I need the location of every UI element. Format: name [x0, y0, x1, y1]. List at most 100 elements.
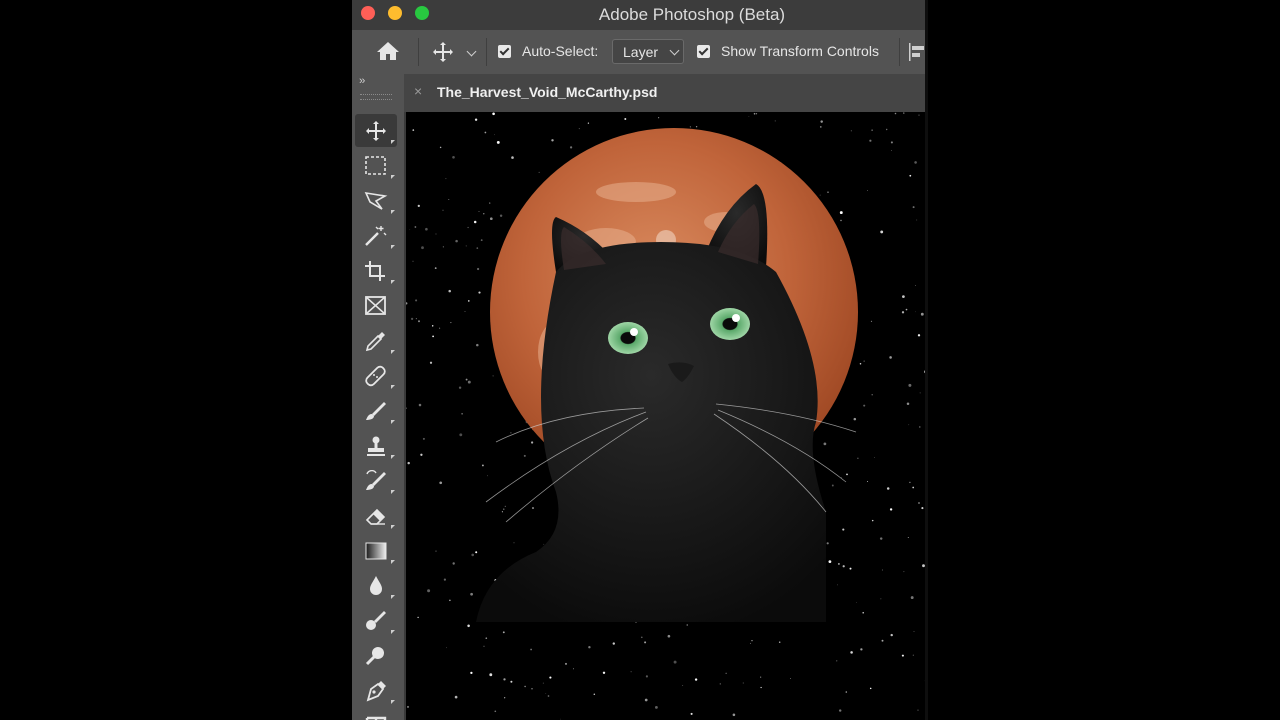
move-tool-preset-button[interactable]: [432, 41, 454, 63]
star: [572, 668, 575, 670]
star: [774, 120, 776, 122]
star: [871, 394, 873, 396]
window-title: Adobe Photoshop (Beta): [598, 5, 786, 24]
star: [446, 647, 447, 649]
star: [432, 335, 434, 338]
star: [448, 289, 451, 293]
star: [489, 673, 493, 677]
star: [823, 442, 827, 446]
star: [418, 403, 422, 407]
star: [859, 363, 862, 365]
star: [867, 190, 869, 192]
star: [749, 642, 752, 644]
pen-icon: [366, 681, 386, 702]
align-left-icon: [909, 43, 924, 61]
chevron-down-icon[interactable]: [466, 46, 477, 57]
marquee-tool[interactable]: [355, 149, 397, 182]
pen-tool[interactable]: [355, 674, 397, 707]
star: [901, 654, 904, 657]
star: [742, 682, 744, 684]
home-button[interactable]: [376, 40, 400, 64]
star: [695, 126, 698, 128]
star: [496, 140, 500, 144]
star: [406, 705, 410, 708]
star: [452, 155, 455, 159]
star: [467, 624, 470, 628]
star: [870, 320, 873, 322]
crop-tool[interactable]: [355, 254, 397, 287]
star: [417, 204, 420, 208]
star: [483, 645, 485, 647]
align-left-button[interactable]: [908, 42, 926, 62]
magic-wand-tool[interactable]: [355, 219, 397, 252]
star: [908, 424, 910, 426]
type-tool[interactable]: [355, 709, 397, 720]
eyedropper-tool[interactable]: [355, 324, 397, 357]
document-tab-bar: × The_Harvest_Void_McCarthy.psd: [404, 74, 928, 113]
star: [435, 550, 437, 552]
star: [850, 130, 852, 132]
eraser-tool[interactable]: [355, 499, 397, 532]
star: [484, 131, 487, 134]
star: [569, 146, 573, 149]
star: [719, 683, 721, 685]
star: [470, 671, 473, 675]
star: [504, 505, 506, 508]
star: [467, 226, 469, 229]
star: [538, 171, 540, 173]
star: [602, 671, 606, 674]
panel-grip[interactable]: [360, 94, 392, 100]
star: [483, 213, 485, 215]
star: [439, 146, 442, 149]
star: [850, 651, 853, 654]
star: [881, 639, 884, 642]
star: [881, 569, 883, 571]
show-transform-controls-checkbox[interactable]: [697, 45, 710, 58]
history-brush-tool[interactable]: [355, 464, 397, 497]
star: [871, 519, 874, 522]
star: [624, 118, 627, 120]
healing-brush-tool[interactable]: [355, 359, 397, 392]
frame-tool[interactable]: [355, 289, 397, 322]
star: [753, 112, 756, 115]
star: [913, 631, 915, 632]
star: [840, 219, 842, 222]
blur-tool[interactable]: [355, 569, 397, 602]
gradient-tool[interactable]: [355, 534, 397, 567]
star: [481, 464, 484, 467]
star: [494, 134, 495, 136]
close-document-button[interactable]: ×: [414, 83, 422, 99]
move-icon: [433, 42, 453, 62]
star: [450, 322, 452, 324]
clone-stamp-tool[interactable]: [355, 429, 397, 462]
move-tool[interactable]: [355, 114, 397, 147]
star: [543, 543, 545, 545]
auto-select-checkbox[interactable]: [498, 45, 511, 58]
star: [427, 589, 431, 593]
star: [564, 662, 568, 665]
star: [489, 217, 493, 221]
document-canvas[interactable]: [404, 112, 928, 720]
star: [415, 318, 417, 320]
star: [476, 267, 480, 271]
star: [910, 596, 914, 600]
brush-tool[interactable]: [355, 394, 397, 427]
star: [513, 542, 515, 544]
zoom-tool[interactable]: [355, 639, 397, 672]
star: [658, 117, 660, 119]
star: [909, 481, 911, 484]
star: [778, 641, 781, 643]
auto-select-target-dropdown[interactable]: Layer: [612, 39, 684, 64]
magnifier-icon: [365, 647, 384, 666]
star: [530, 441, 534, 444]
star: [880, 230, 884, 234]
star: [455, 239, 458, 243]
lasso-tool[interactable]: [355, 184, 397, 217]
star: [448, 199, 450, 200]
frame-icon: [365, 296, 386, 315]
dodge-tool[interactable]: [355, 604, 397, 637]
star: [915, 311, 916, 313]
document-tab-title[interactable]: The_Harvest_Void_McCarthy.psd: [437, 84, 657, 100]
star: [578, 128, 580, 130]
collapse-panel-button[interactable]: ››: [359, 75, 365, 87]
